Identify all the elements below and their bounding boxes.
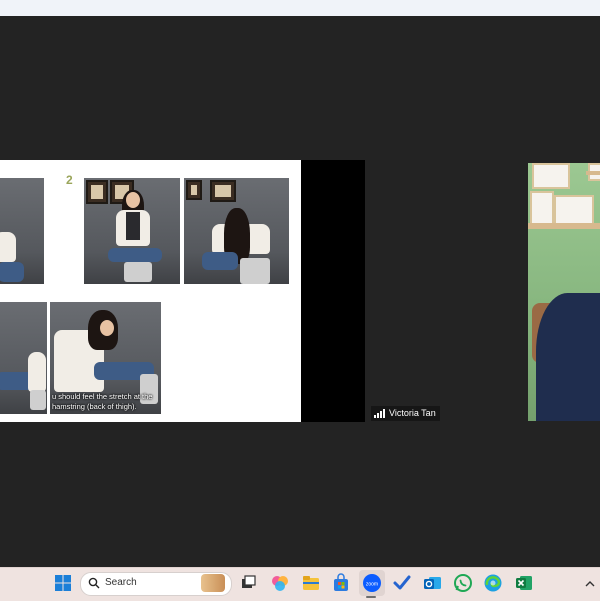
shared-slide: [0, 160, 301, 422]
slide-photo-3: [184, 178, 289, 284]
signal-strength-icon: [374, 409, 385, 418]
slide-photo-1: [0, 178, 44, 284]
slide-subtitle-caption: u should feel the stretch at the hamstri…: [52, 392, 153, 411]
browser-top-strip: [0, 0, 600, 17]
task-view-icon[interactable]: [238, 573, 258, 593]
svg-text:zoom: zoom: [366, 582, 378, 588]
search-highlight-image-icon: [201, 574, 225, 592]
zoom-icon[interactable]: zoom: [362, 573, 382, 593]
slide-photo-4: [0, 302, 47, 414]
slide-step-number: 2: [66, 173, 73, 187]
participant-video-feed[interactable]: [528, 163, 600, 421]
windows-start-icon[interactable]: [53, 573, 73, 593]
excel-icon[interactable]: [514, 573, 534, 593]
zoom-running-indicator: [366, 596, 376, 598]
system-tray-chevron-up-icon[interactable]: [584, 577, 596, 589]
microsoft-store-icon[interactable]: [331, 573, 351, 593]
slide-photo-2: [84, 178, 180, 284]
whatsapp-icon[interactable]: [453, 573, 473, 593]
search-label: Search: [105, 577, 137, 588]
participant-name-label: Victoria Tan: [371, 406, 440, 421]
outlook-icon[interactable]: [422, 573, 442, 593]
file-explorer-icon[interactable]: [301, 573, 321, 593]
participant-name: Victoria Tan: [389, 408, 436, 418]
video-tile-black: [301, 160, 365, 422]
search-icon: [88, 576, 100, 589]
copilot-icon[interactable]: [270, 573, 290, 593]
edge-icon[interactable]: [483, 573, 503, 593]
todo-check-icon[interactable]: [392, 573, 412, 593]
